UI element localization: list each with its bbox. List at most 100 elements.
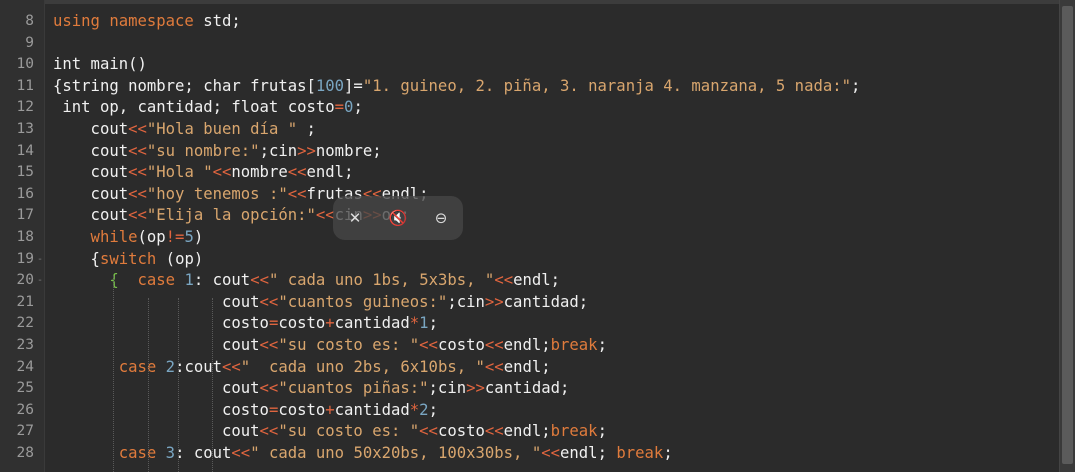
line-number: 26 (16, 401, 34, 418)
line-number: 14 (16, 142, 34, 159)
code-token: cout (53, 120, 129, 138)
code-line[interactable]: 11 {string nombre; char frutas[100]="1. g… (0, 76, 1060, 98)
code-line[interactable]: 12 int op, cantidad; float costo=0; (0, 97, 1060, 119)
fold-marker-icon[interactable]: - (36, 270, 44, 292)
code-text: cout<<"Hola "<<nombre<<endl; (53, 162, 354, 184)
speaker-muted-icon[interactable]: 🔇 (388, 208, 408, 228)
code-token: << (484, 336, 504, 354)
code-line[interactable]: 22 costo=costo+cantidad*1; (0, 313, 1060, 335)
line-number: 28 (16, 445, 34, 461)
code-token: << (128, 206, 147, 225)
code-text: cout<<"cuantos piñas:";cin>>cantidad; (53, 378, 569, 400)
code-token: costo (437, 336, 485, 354)
code-line[interactable]: 17 cout<<"Elija la opción:"<<cin>>op; (0, 205, 1060, 227)
code-token: " cada uno 2bs, 6x10bs, " (240, 357, 485, 376)
code-line[interactable]: 23 cout<<"su costo es: "<<costo<<endl;br… (0, 335, 1060, 357)
code-line[interactable]: 28 case 3: cout<<" cada uno 50x20bs, 100… (0, 443, 1060, 465)
code-token: costo (278, 314, 326, 333)
code-token: case (53, 444, 157, 462)
indent-guide (113, 276, 114, 472)
code-token: << (222, 357, 241, 376)
video-control-overlay[interactable]: ✕ 🔇 ⊖ (333, 196, 463, 240)
code-token: break (550, 422, 598, 441)
code-token: ;cin (447, 292, 485, 311)
fold-marker-icon[interactable]: - (36, 249, 44, 271)
code-token: "Elija la opción:" (146, 206, 316, 225)
code-line[interactable]: 20- { case 1: cout<<" cada uno 1bs, 5x3b… (0, 270, 1060, 292)
code-token: cout (53, 292, 260, 311)
code-token: >> (484, 292, 504, 311)
code-token: {string nombre; char frutas[ (53, 76, 316, 95)
code-token: 2 (165, 357, 176, 376)
code-token: = (268, 314, 279, 333)
code-line[interactable]: 16 cout<<"hoy tenemos :"<<frutas<<endl; (0, 184, 1060, 206)
code-token: << (419, 336, 438, 354)
code-token: ; (297, 120, 316, 138)
code-line[interactable]: 25 cout<<"cuantos piñas:";cin>>cantidad; (0, 378, 1060, 400)
code-line[interactable]: 19- {switch (op) (0, 249, 1060, 271)
zoom-out-icon[interactable]: ⊖ (431, 208, 451, 228)
line-number: 21 (16, 293, 34, 310)
code-token: endl; (503, 357, 551, 376)
code-token: costo (53, 400, 269, 419)
code-token: cantidad (334, 314, 410, 333)
code-token: cantidad (334, 400, 410, 419)
code-text: cout<<"su nombre:";cin>>nombre; (53, 141, 382, 163)
line-number: 23 (16, 337, 34, 353)
code-line[interactable]: 26 costo=costo+cantidad*2; (0, 400, 1060, 422)
code-token: " cada uno 1bs, 5x3bs, " (268, 271, 495, 290)
code-token: "su costo es: " (278, 336, 420, 354)
code-editor[interactable]: 8 using namespace std; 9 10 int main() 11 {str… (0, 0, 1075, 472)
code-token: << (128, 163, 147, 182)
code-area[interactable]: 8 using namespace std; 9 10 int main() 11 {str… (0, 0, 1060, 472)
code-token: ; (353, 98, 363, 117)
code-text: costo=costo+cantidad*1; (53, 313, 438, 335)
code-line[interactable]: 14 cout<<"su nombre:";cin>>nombre; (0, 141, 1060, 163)
code-line[interactable]: 13 cout<<"Hola buen día " ; (0, 119, 1060, 141)
code-token: int op, cantidad; float costo (53, 98, 335, 117)
code-token: cout (53, 422, 260, 441)
code-line[interactable]: 27 cout<<"su costo es: "<<costo<<endl;br… (0, 421, 1060, 443)
vertical-scrollbar[interactable] (1059, 0, 1075, 472)
code-token: nombre (231, 163, 288, 182)
code-text: cout<<"cuantos guineos:";cin>>cantidad; (53, 292, 588, 314)
code-token: "su costo es: " (278, 422, 420, 441)
code-token: ]= (344, 76, 363, 95)
code-line[interactable]: 18 while(op!=5) (0, 227, 1060, 249)
code-token: costo (437, 422, 485, 441)
scrollbar-thumb[interactable] (1062, 6, 1073, 464)
code-token: << (287, 184, 307, 203)
code-token: cout (53, 184, 129, 203)
code-token: << (128, 184, 147, 203)
code-token: ) (193, 228, 204, 246)
code-line[interactable]: 24 case 2:cout<<" cada uno 2bs, 6x10bs, … (0, 357, 1060, 379)
code-token: << (494, 271, 514, 290)
code-line[interactable]: 9 (0, 33, 1060, 55)
code-token: << (128, 141, 147, 160)
line-number: 17 (16, 207, 34, 224)
code-token: << (212, 163, 232, 182)
code-token: << (419, 422, 438, 441)
line-number: 27 (16, 423, 34, 440)
cursor-off-icon[interactable]: ✕ (345, 208, 365, 228)
code-text: int main() (53, 54, 147, 76)
code-token: ; (428, 314, 438, 333)
code-token: endl; (503, 336, 551, 354)
code-line[interactable]: 8 using namespace std; (0, 11, 1060, 33)
code-line[interactable]: 15 cout<<"Hola "<<nombre<<endl; (0, 162, 1060, 184)
indent-guide (178, 298, 179, 472)
line-number: 15 (16, 164, 34, 181)
code-token: + (325, 400, 335, 419)
code-token: >> (297, 141, 316, 160)
code-line[interactable]: 10 int main() (0, 54, 1060, 76)
code-line[interactable]: 21 cout<<"cuantos guineos:";cin>>cantida… (0, 292, 1060, 314)
code-token: ; (663, 444, 673, 462)
code-token: << (259, 379, 279, 398)
code-token: << (259, 422, 279, 441)
code-token: >> (466, 379, 485, 398)
indent-guide (212, 298, 213, 472)
code-text: case 2:cout<<" cada uno 2bs, 6x10bs, "<<… (53, 357, 551, 379)
code-token: 100 (315, 76, 345, 95)
